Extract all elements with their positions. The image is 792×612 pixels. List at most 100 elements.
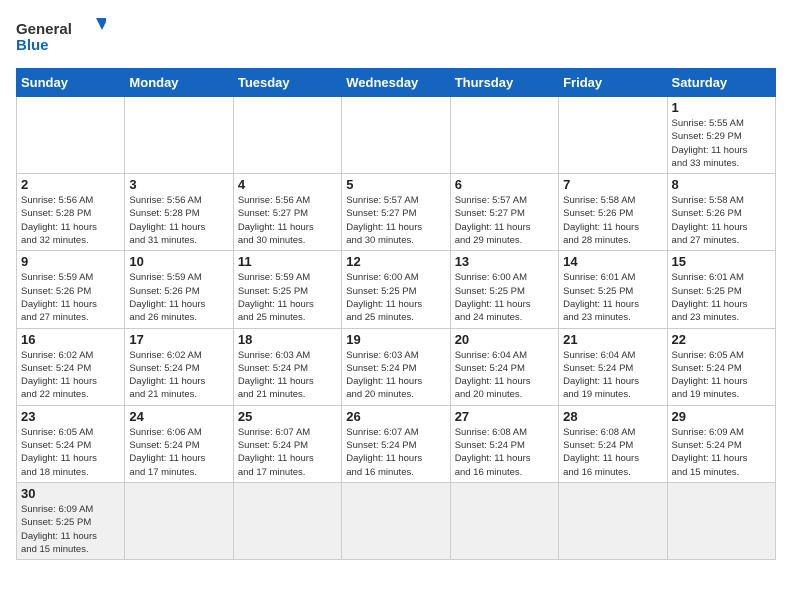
day-number: 6 (455, 177, 554, 192)
calendar-cell: 17Sunrise: 6:02 AM Sunset: 5:24 PM Dayli… (125, 328, 233, 405)
calendar-cell: 20Sunrise: 6:04 AM Sunset: 5:24 PM Dayli… (450, 328, 558, 405)
calendar-cell: 15 Sunrise: 6:01 AM Sunset: 5:25 PM Dayli… (667, 251, 775, 328)
calendar-cell: 8 Sunrise: 5:58 AM Sunset: 5:26 PM Daylig… (667, 174, 775, 251)
day-number: 20 (455, 332, 554, 347)
day-number: 26 (346, 409, 445, 424)
calendar-cell (450, 482, 558, 559)
weekday-header: Tuesday (233, 69, 341, 97)
calendar-cell (125, 97, 233, 174)
day-info: Sunrise: 6:01 AM Sunset: 5:25 PM Dayligh… (672, 271, 771, 324)
day-info: Sunrise: 6:03 AM Sunset: 5:24 PM Dayligh… (346, 349, 445, 402)
day-number: 2 (21, 177, 120, 192)
day-info: Sunrise: 5:56 AM Sunset: 5:27 PM Dayligh… (238, 194, 337, 247)
weekday-header: Saturday (667, 69, 775, 97)
calendar-cell: 23 Sunrise: 6:05 AM Sunset: 5:24 PM Dayli… (17, 405, 125, 482)
day-number: 10 (129, 254, 228, 269)
day-info: Sunrise: 5:58 AM Sunset: 5:26 PM Dayligh… (563, 194, 662, 247)
calendar-cell (342, 97, 450, 174)
calendar-cell: 16Sunrise: 6:02 AM Sunset: 5:24 PM Dayli… (17, 328, 125, 405)
calendar-cell: 26 Sunrise: 6:07 AM Sunset: 5:24 PM Dayli… (342, 405, 450, 482)
day-number: 29 (672, 409, 771, 424)
day-number: 21 (563, 332, 662, 347)
day-number: 9 (21, 254, 120, 269)
day-number: 7 (563, 177, 662, 192)
day-info: Sunrise: 6:07 AM Sunset: 5:24 PM Dayligh… (238, 426, 337, 479)
calendar-cell: 14 Sunrise: 6:01 AM Sunset: 5:25 PM Dayli… (559, 251, 667, 328)
calendar-cell: 3 Sunrise: 5:56 AM Sunset: 5:28 PM Daylig… (125, 174, 233, 251)
day-number: 1 (672, 100, 771, 115)
weekday-header: Wednesday (342, 69, 450, 97)
calendar-cell: 13 Sunrise: 6:00 AM Sunset: 5:25 PM Dayli… (450, 251, 558, 328)
calendar-cell: 21 Sunrise: 6:04 AM Sunset: 5:24 PM Dayli… (559, 328, 667, 405)
day-info: Sunrise: 6:09 AM Sunset: 5:24 PM Dayligh… (672, 426, 771, 479)
calendar-header-row: SundayMondayTuesdayWednesdayThursdayFrid… (17, 69, 776, 97)
day-number: 12 (346, 254, 445, 269)
day-number: 28 (563, 409, 662, 424)
day-number: 4 (238, 177, 337, 192)
logo: General Blue (16, 16, 106, 56)
calendar-cell (559, 482, 667, 559)
day-info: Sunrise: 6:06 AM Sunset: 5:24 PM Dayligh… (129, 426, 228, 479)
calendar-cell: 24Sunrise: 6:06 AM Sunset: 5:24 PM Dayli… (125, 405, 233, 482)
day-number: 18 (238, 332, 337, 347)
day-number: 11 (238, 254, 337, 269)
calendar-cell: 19Sunrise: 6:03 AM Sunset: 5:24 PM Dayli… (342, 328, 450, 405)
day-number: 5 (346, 177, 445, 192)
calendar-cell: 27Sunrise: 6:08 AM Sunset: 5:24 PM Dayli… (450, 405, 558, 482)
day-info: Sunrise: 5:58 AM Sunset: 5:26 PM Dayligh… (672, 194, 771, 247)
day-info: Sunrise: 5:57 AM Sunset: 5:27 PM Dayligh… (346, 194, 445, 247)
day-info: Sunrise: 5:56 AM Sunset: 5:28 PM Dayligh… (129, 194, 228, 247)
day-info: Sunrise: 6:07 AM Sunset: 5:24 PM Dayligh… (346, 426, 445, 479)
day-info: Sunrise: 6:05 AM Sunset: 5:24 PM Dayligh… (21, 426, 120, 479)
calendar-cell (450, 97, 558, 174)
svg-text:Blue: Blue (16, 37, 49, 54)
weekday-header: Friday (559, 69, 667, 97)
day-number: 8 (672, 177, 771, 192)
day-number: 13 (455, 254, 554, 269)
weekday-header: Thursday (450, 69, 558, 97)
day-number: 14 (563, 254, 662, 269)
day-info: Sunrise: 6:01 AM Sunset: 5:25 PM Dayligh… (563, 271, 662, 324)
calendar-week-row: 1Sunrise: 5:55 AM Sunset: 5:29 PM Daylig… (17, 97, 776, 174)
calendar-cell: 12 Sunrise: 6:00 AM Sunset: 5:25 PM Dayli… (342, 251, 450, 328)
day-info: Sunrise: 6:09 AM Sunset: 5:25 PM Dayligh… (21, 503, 120, 556)
calendar-cell (559, 97, 667, 174)
calendar-cell: 2 Sunrise: 5:56 AM Sunset: 5:28 PM Daylig… (17, 174, 125, 251)
calendar-cell (342, 482, 450, 559)
day-number: 3 (129, 177, 228, 192)
day-info: Sunrise: 6:03 AM Sunset: 5:24 PM Dayligh… (238, 349, 337, 402)
weekday-header: Monday (125, 69, 233, 97)
day-info: Sunrise: 5:59 AM Sunset: 5:26 PM Dayligh… (129, 271, 228, 324)
svg-text:General: General (16, 21, 72, 38)
day-info: Sunrise: 6:00 AM Sunset: 5:25 PM Dayligh… (346, 271, 445, 324)
day-info: Sunrise: 6:04 AM Sunset: 5:24 PM Dayligh… (563, 349, 662, 402)
day-number: 15 (672, 254, 771, 269)
calendar-cell: 10 Sunrise: 5:59 AM Sunset: 5:26 PM Dayli… (125, 251, 233, 328)
calendar-cell: 5 Sunrise: 5:57 AM Sunset: 5:27 PM Daylig… (342, 174, 450, 251)
calendar-cell (125, 482, 233, 559)
day-number: 23 (21, 409, 120, 424)
calendar-cell (233, 97, 341, 174)
calendar-cell (233, 482, 341, 559)
day-number: 17 (129, 332, 228, 347)
day-info: Sunrise: 6:05 AM Sunset: 5:24 PM Dayligh… (672, 349, 771, 402)
calendar-week-row: 9 Sunrise: 5:59 AM Sunset: 5:26 PM Daylig… (17, 251, 776, 328)
calendar-cell: 25Sunrise: 6:07 AM Sunset: 5:24 PM Dayli… (233, 405, 341, 482)
calendar-cell: 11Sunrise: 5:59 AM Sunset: 5:25 PM Dayli… (233, 251, 341, 328)
calendar-cell: 7 Sunrise: 5:58 AM Sunset: 5:26 PM Daylig… (559, 174, 667, 251)
day-info: Sunrise: 6:02 AM Sunset: 5:24 PM Dayligh… (21, 349, 120, 402)
calendar-week-row: 30 Sunrise: 6:09 AM Sunset: 5:25 PM Dayli… (17, 482, 776, 559)
calendar-cell: 4 Sunrise: 5:56 AM Sunset: 5:27 PM Daylig… (233, 174, 341, 251)
day-info: Sunrise: 5:59 AM Sunset: 5:26 PM Dayligh… (21, 271, 120, 324)
calendar-cell: 30 Sunrise: 6:09 AM Sunset: 5:25 PM Dayli… (17, 482, 125, 559)
page-header: General Blue (16, 16, 776, 56)
day-number: 27 (455, 409, 554, 424)
day-number: 30 (21, 486, 120, 501)
calendar-cell: 6Sunrise: 5:57 AM Sunset: 5:27 PM Daylig… (450, 174, 558, 251)
weekday-header: Sunday (17, 69, 125, 97)
day-number: 22 (672, 332, 771, 347)
calendar-cell: 18 Sunrise: 6:03 AM Sunset: 5:24 PM Dayli… (233, 328, 341, 405)
calendar-cell: 28Sunrise: 6:08 AM Sunset: 5:24 PM Dayli… (559, 405, 667, 482)
day-info: Sunrise: 5:56 AM Sunset: 5:28 PM Dayligh… (21, 194, 120, 247)
day-info: Sunrise: 6:00 AM Sunset: 5:25 PM Dayligh… (455, 271, 554, 324)
